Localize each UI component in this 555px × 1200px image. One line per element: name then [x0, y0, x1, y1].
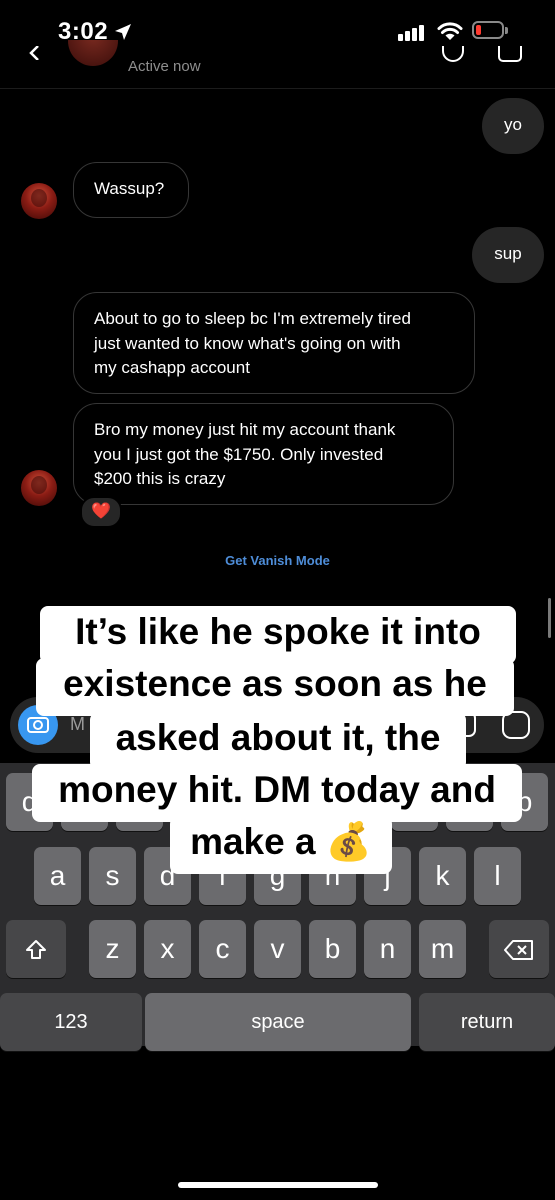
key-z[interactable]: z	[89, 920, 136, 978]
key-a[interactable]: a	[34, 847, 81, 905]
key-v[interactable]: v	[254, 920, 301, 978]
location-arrow-icon	[115, 24, 131, 40]
chat-header: Active now	[0, 40, 555, 89]
caption-line: existence as soon as he	[36, 658, 514, 716]
home-indicator[interactable]	[178, 1182, 378, 1188]
message-line: you I just got the $1750. Only invested	[94, 444, 384, 464]
message-bubble-outgoing[interactable]: yo	[482, 98, 544, 154]
space-key[interactable]: space	[145, 993, 411, 1051]
message-line: just wanted to know what's going on with	[94, 333, 401, 353]
message-line: About to go to sleep bc I'm extremely ti…	[94, 309, 411, 328]
caption-line: make a 💰	[170, 816, 392, 874]
scrollbar[interactable]	[548, 598, 551, 638]
key-x[interactable]: x	[144, 920, 191, 978]
message-bubble-incoming[interactable]: Wassup?	[73, 162, 189, 218]
contact-avatar[interactable]	[68, 40, 118, 66]
wifi-icon	[437, 22, 463, 40]
video-call-icon[interactable]	[498, 46, 522, 62]
caption-line: asked about it, the	[90, 712, 466, 770]
message-text: Wassup?	[94, 179, 165, 198]
numbers-key[interactable]: 123	[0, 993, 142, 1051]
key-b[interactable]: b	[309, 920, 356, 978]
backspace-icon	[504, 939, 533, 960]
key-m[interactable]: m	[419, 920, 466, 978]
message-text: yo	[504, 115, 522, 134]
key-s[interactable]: s	[89, 847, 136, 905]
return-key[interactable]: return	[419, 993, 555, 1051]
battery-icon	[472, 21, 504, 39]
vanish-mode-link[interactable]: Get Vanish Mode	[0, 553, 555, 568]
message-input[interactable]: M	[70, 714, 85, 735]
message-line: my cashapp account	[94, 358, 250, 377]
shift-key[interactable]	[6, 920, 66, 978]
heart-reaction-icon[interactable]: ❤️	[80, 496, 122, 528]
key-n[interactable]: n	[364, 920, 411, 978]
message-bubble-incoming[interactable]: About to go to sleep bc I'm extremely ti…	[73, 292, 475, 394]
key-c[interactable]: c	[199, 920, 246, 978]
contact-avatar-small[interactable]	[21, 183, 57, 219]
message-line: Bro my money just hit my account thank	[94, 420, 396, 439]
message-text: sup	[494, 244, 522, 263]
caption-line: money hit. DM today and	[32, 764, 522, 822]
caption-line: It’s like he spoke it into	[40, 606, 516, 664]
key-k[interactable]: k	[419, 847, 466, 905]
back-chevron-icon[interactable]	[28, 46, 42, 60]
phone-call-icon[interactable]	[442, 46, 464, 62]
message-bubble-incoming[interactable]: Bro my money just hit my account thank y…	[73, 403, 454, 505]
delete-key[interactable]	[489, 920, 549, 978]
contact-avatar-small[interactable]	[21, 470, 57, 506]
message-bubble-outgoing[interactable]: sup	[472, 227, 544, 283]
shift-icon	[26, 939, 46, 959]
key-l[interactable]: l	[474, 847, 521, 905]
active-status: Active now	[128, 58, 201, 75]
message-line: $200 this is crazy	[94, 469, 226, 488]
